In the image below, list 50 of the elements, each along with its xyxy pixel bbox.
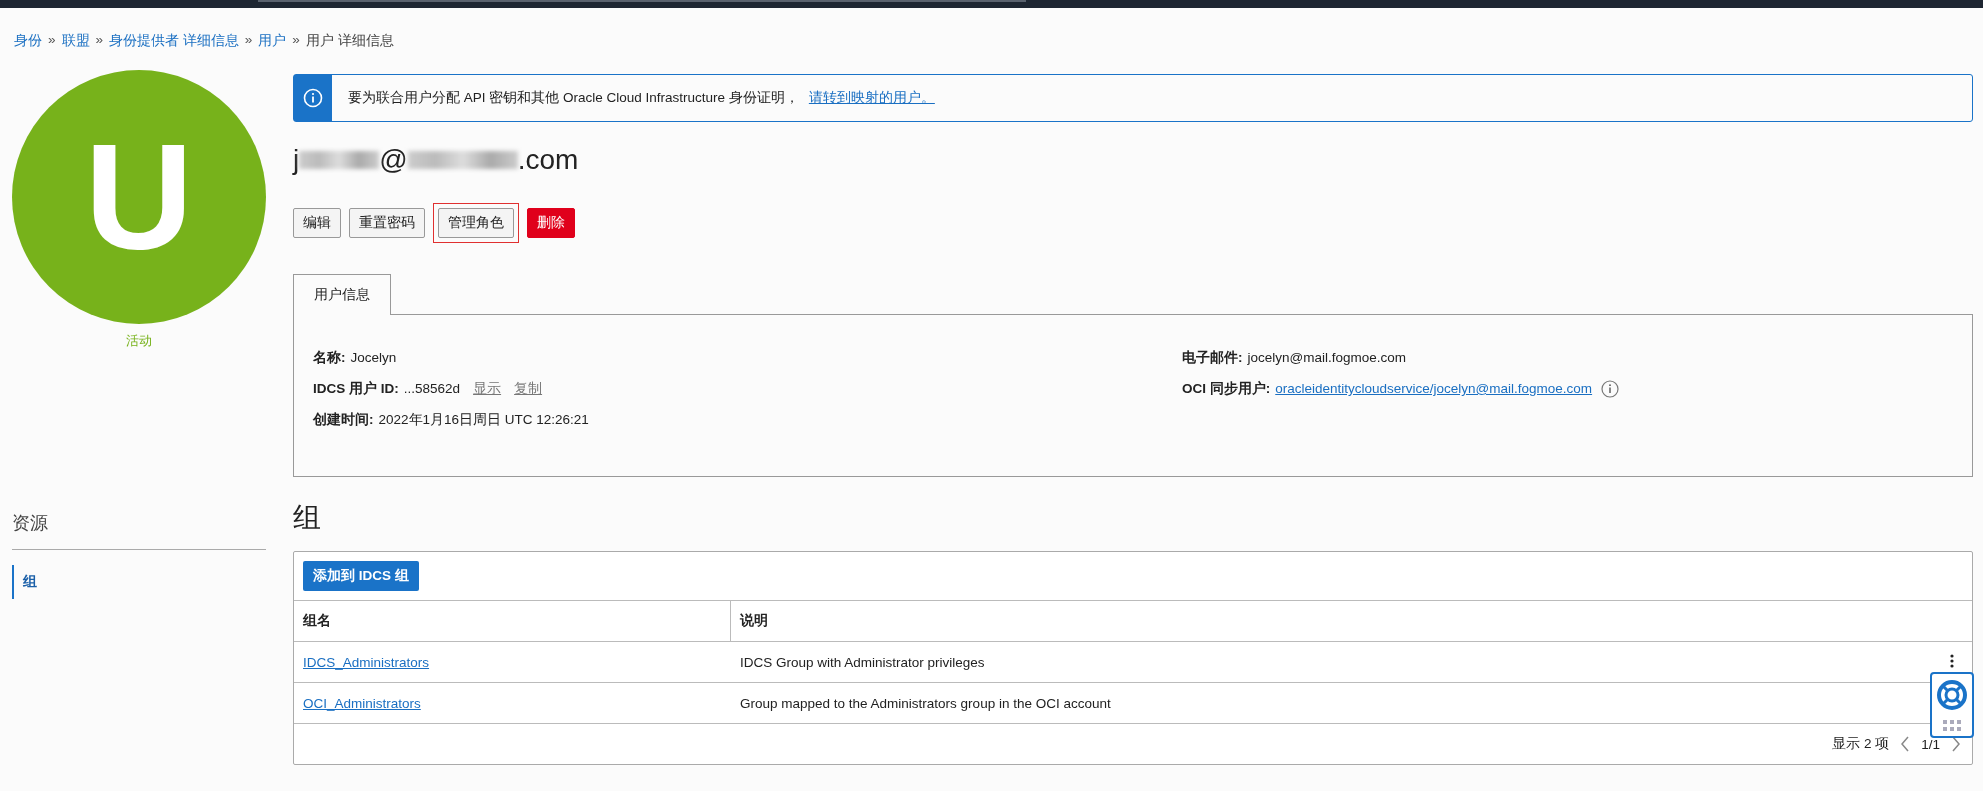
field-link[interactable]: oracleidentitycloudservice/jocelyn@mail.fogmoe.com xyxy=(1275,381,1593,396)
banner-link[interactable]: 请转到映射的用户。 xyxy=(808,89,935,107)
tab[interactable]: 用户信息 xyxy=(293,274,391,315)
breadcrumb-separator: » xyxy=(48,32,56,49)
page-indicator: 1/1 xyxy=(1921,736,1940,752)
field-label: 电子邮件: xyxy=(1182,348,1243,367)
action-button[interactable]: 管理角色 xyxy=(438,208,514,238)
help-widget[interactable] xyxy=(1930,672,1974,738)
avatar: U xyxy=(12,70,266,324)
action-link[interactable]: 复制 xyxy=(514,379,543,398)
action-link[interactable]: 显示 xyxy=(473,379,502,398)
action-button[interactable]: 重置密码 xyxy=(349,208,425,238)
previous-icon[interactable] xyxy=(1899,735,1912,753)
item-count: 显示 2 项 xyxy=(1832,735,1890,753)
breadcrumb-link[interactable]: 用户 xyxy=(258,32,287,50)
resource-item[interactable]: 组 xyxy=(12,565,266,599)
status-label: 活动 xyxy=(125,332,153,350)
info-icon xyxy=(303,88,323,108)
breadcrumb-separator: » xyxy=(244,32,253,49)
table-cell: IDCS Group with Administrator privileges xyxy=(740,654,985,670)
action-button[interactable]: 删除 xyxy=(527,208,575,238)
breadcrumb-link[interactable]: 联盟 xyxy=(61,32,90,50)
user-email-title: j @ .com xyxy=(293,143,580,177)
breadcrumb-separator: » xyxy=(95,32,104,49)
breadcrumb-link[interactable]: 身份提供者 详细信息 xyxy=(109,32,239,50)
info-icon[interactable] xyxy=(1601,379,1620,398)
field-value: jocelyn@mail.fogmoe.com xyxy=(1247,350,1406,365)
breadcrumb-separator: » xyxy=(292,32,300,49)
field-label: IDCS 用户 ID: xyxy=(313,379,399,398)
breadcrumb-link[interactable]: 身份 xyxy=(14,32,42,50)
more-icon[interactable] xyxy=(1950,654,1954,668)
banner-text: 要为联合用户分配 API 密钥和其他 Oracle Cloud Infrastructure 身份证明， xyxy=(348,89,799,107)
group-link[interactable]: OCI_Administrators xyxy=(303,695,421,711)
add-button[interactable]: 添加到 IDCS 组 xyxy=(303,561,419,591)
field-label: 名称: xyxy=(313,348,346,367)
lifebuoy-icon[interactable] xyxy=(1936,678,1968,711)
field-value: 2022年1月16日周日 UTC 12:26:21 xyxy=(378,410,589,429)
field-label: 创建时间: xyxy=(313,410,374,429)
field-value: ...58562d xyxy=(403,381,461,396)
action-button[interactable]: 编辑 xyxy=(293,208,341,238)
resources-heading: 资源 xyxy=(12,505,266,550)
table-cell: Group mapped to the Administrators group in the OCI account xyxy=(740,695,1111,711)
next-icon[interactable] xyxy=(1950,735,1962,753)
column-header: 组名 xyxy=(294,601,731,641)
section-heading: 组 xyxy=(293,501,322,535)
field-label: OCI 同步用户: xyxy=(1182,379,1271,398)
group-link[interactable]: IDCS_Administrators xyxy=(303,654,430,670)
field-value: Jocelyn xyxy=(350,350,397,365)
breadcrumb-current: 用户 详细信息 xyxy=(305,32,394,50)
column-header: 说明 xyxy=(739,612,768,630)
